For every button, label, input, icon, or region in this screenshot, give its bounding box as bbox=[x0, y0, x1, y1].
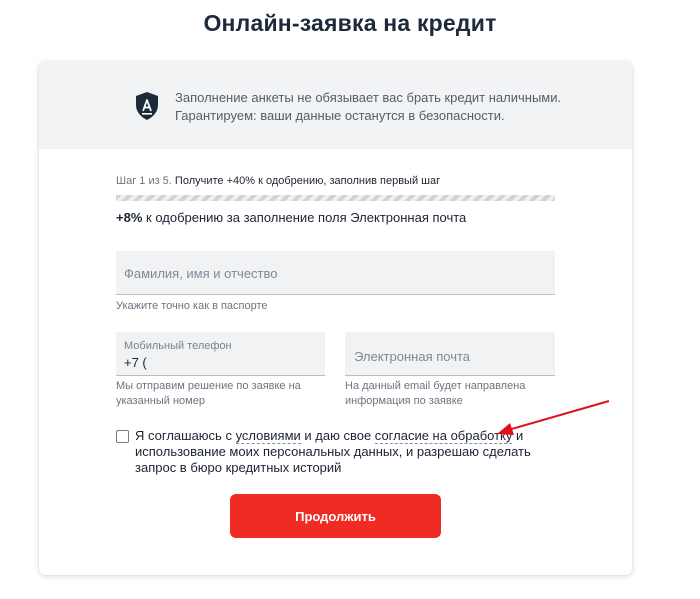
email-hint-line-2: информация по заявке bbox=[345, 395, 463, 407]
continue-button[interactable]: Продолжить bbox=[230, 494, 441, 538]
page-title: Онлайн-заявка на кредит bbox=[203, 10, 497, 36]
terms-link[interactable]: условиями bbox=[235, 428, 301, 444]
application-form-card: Заполнение анкеты не обязывает вас брать… bbox=[39, 62, 632, 575]
consent-text: Я соглашаюсь с условиями и даю свое согл… bbox=[135, 428, 545, 476]
approval-bonus-description: к одобрению за заполнение поля Электронн… bbox=[146, 210, 467, 225]
email-placeholder: Электронная почта bbox=[354, 349, 471, 364]
progress-bar-fill bbox=[116, 195, 555, 201]
step-promo-text: Получите +40% к одобрению, заполнив перв… bbox=[174, 175, 441, 187]
notice-line-1: Заполнение анкеты не обязывает вас брать… bbox=[175, 90, 562, 105]
full-name-placeholder: Фамилия, имя и отчество bbox=[124, 266, 278, 281]
security-notice: Заполнение анкеты не обязывает вас брать… bbox=[39, 62, 632, 149]
phone-hint-line-1: Мы отправим решение по заявке на bbox=[116, 380, 301, 392]
email-field[interactable]: Электронная почта bbox=[345, 332, 555, 376]
phone-value: +7 ( bbox=[124, 355, 147, 370]
phone-label: Мобильный телефон bbox=[124, 340, 232, 352]
phone-field[interactable]: Мобильный телефон +7 ( bbox=[116, 332, 325, 376]
phone-hint-line-2: указанный номер bbox=[116, 395, 205, 407]
shield-icon bbox=[136, 92, 158, 120]
step-counter: Шаг 1 из 5. bbox=[116, 175, 172, 187]
approval-bonus-text: +8% к одобрению за заполнение поля Элект… bbox=[116, 210, 466, 225]
phone-hint: Мы отправим решение по заявке на указанн… bbox=[116, 379, 301, 409]
email-hint-line-1: На данный email будет направлена bbox=[345, 380, 526, 392]
data-processing-consent-link[interactable]: согласие на обработку bbox=[374, 428, 513, 444]
notice-text: Заполнение анкеты не обязывает вас брать… bbox=[175, 89, 561, 125]
email-hint: На данный email будет направлена информа… bbox=[345, 379, 525, 409]
approval-bonus-value: +8% bbox=[116, 210, 143, 225]
progress-bar bbox=[116, 195, 555, 201]
full-name-hint: Укажите точно как в паспорте bbox=[116, 300, 268, 312]
full-name-field[interactable]: Фамилия, имя и отчество bbox=[116, 251, 555, 295]
consent-checkbox[interactable] bbox=[116, 430, 129, 443]
consent-middle: и даю свое bbox=[300, 428, 375, 443]
notice-line-2: Гарантируем: ваши данные останутся в без… bbox=[175, 108, 505, 123]
step-indicator: Шаг 1 из 5. Получите +40% к одобрению, з… bbox=[116, 175, 440, 187]
consent-prefix: Я соглашаюсь с bbox=[135, 428, 236, 443]
